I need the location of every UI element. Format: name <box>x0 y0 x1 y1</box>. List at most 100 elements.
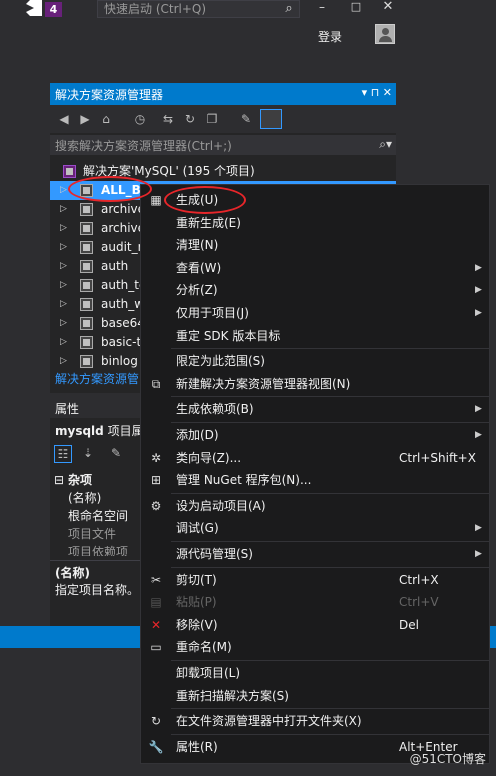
quick-launch-input[interactable]: 快速启动 (Ctrl+Q) <box>97 0 300 18</box>
project-label: auth_w <box>101 297 145 311</box>
panel-header-buttons[interactable]: ▾ ⊓ ✕ <box>362 86 392 99</box>
categorized-icon[interactable]: ☷ <box>54 445 72 463</box>
menu-item[interactable]: 重新生成(E) <box>141 212 491 234</box>
menu-item-label: 在文件资源管理器中打开文件夹(X) <box>176 714 362 729</box>
menu-item[interactable]: 清理(N) <box>141 234 491 256</box>
menu-item[interactable]: ↻ 在文件资源管理器中打开文件夹(X) <box>141 710 491 732</box>
submenu-arrow-icon: ▶ <box>475 308 482 318</box>
properties-object-name: mysqld <box>55 424 104 438</box>
menu-item-label: 粘贴(P) <box>176 595 217 610</box>
forward-icon[interactable]: ▶ <box>77 111 93 127</box>
menu-separator <box>171 348 489 350</box>
expand-icon[interactable]: ▷ <box>60 238 67 257</box>
login-link[interactable]: 登录 <box>318 28 342 45</box>
minimize-button[interactable]: – <box>312 0 332 18</box>
solution-search-input[interactable]: 搜索解决方案资源管理器(Ctrl+;) <box>50 135 396 155</box>
menu-item[interactable]: 调试(G) ▶ <box>141 517 491 539</box>
rename-icon: ▭ <box>150 640 162 655</box>
expand-icon[interactable]: ▷ <box>60 295 67 314</box>
menu-item-label: 限定为此范围(S) <box>176 354 265 369</box>
back-icon[interactable]: ◀ <box>56 111 72 127</box>
menu-item[interactable]: 仅用于项目(J) ▶ <box>141 302 491 324</box>
notification-badge[interactable]: 4 <box>45 2 62 17</box>
project-label: base64 <box>101 316 145 330</box>
expand-icon[interactable]: ▷ <box>60 352 67 371</box>
visual-studio-logo-icon <box>26 0 42 16</box>
watermark: @51CTO博客 <box>409 752 486 766</box>
project-icon <box>80 279 93 292</box>
menu-item-label: 生成依赖项(B) <box>176 402 254 417</box>
menu-item: ▤ 粘贴(P) Ctrl+V <box>141 591 491 613</box>
expand-icon[interactable]: ▷ <box>60 333 67 352</box>
menu-item-label: 调试(G) <box>176 521 219 536</box>
project-icon <box>80 241 93 254</box>
menu-item[interactable]: 查看(W) ▶ <box>141 257 491 279</box>
expand-icon[interactable]: ▷ <box>60 257 67 276</box>
project-icon <box>80 317 93 330</box>
menu-item[interactable]: ▭ 重命名(M) <box>141 636 491 658</box>
alphabetical-icon[interactable]: ⇣ <box>80 445 96 461</box>
highlight-ring <box>164 186 246 214</box>
search-icon[interactable]: ⌕ <box>280 1 298 17</box>
sync-icon[interactable]: ⇆ <box>160 111 176 127</box>
highlight-ring <box>68 176 152 202</box>
submenu-arrow-icon: ▶ <box>475 262 482 273</box>
menu-item[interactable]: ⚙ 设为启动项目(A) <box>141 495 491 517</box>
menu-item-label: 新建解决方案资源管理器视图(N) <box>176 376 351 391</box>
refresh-icon[interactable]: ↻ <box>182 111 198 127</box>
maximize-button[interactable]: □ <box>346 0 366 18</box>
menu-item-label: 清理(N) <box>176 238 219 253</box>
menu-item[interactable]: ⊞ 管理 NuGet 程序包(N)... <box>141 469 491 491</box>
history-icon[interactable]: ◷ <box>132 111 148 127</box>
menu-item-label: 设为启动项目(A) <box>176 498 266 513</box>
avatar[interactable] <box>375 24 395 44</box>
menu-item[interactable]: 添加(D) ▶ <box>141 424 491 446</box>
menu-item[interactable]: 限定为此范围(S) <box>141 350 491 372</box>
menu-item[interactable]: ✂ 剪切(T) Ctrl+X <box>141 569 491 591</box>
menu-item-label: 剪切(T) <box>176 572 217 587</box>
menu-item-label: 添加(D) <box>176 428 219 442</box>
preview-toggle-button[interactable] <box>260 109 282 129</box>
build-icon: ▦ <box>150 193 162 207</box>
menu-separator <box>171 566 489 568</box>
project-icon <box>80 355 93 368</box>
close-button[interactable]: ✕ <box>378 0 398 18</box>
project-icon <box>80 260 93 273</box>
menu-item-label: 重定 SDK 版本目标 <box>176 328 281 343</box>
project-icon <box>80 203 93 216</box>
menu-item-label: 移除(V) <box>176 617 218 632</box>
expand-icon[interactable]: ▷ <box>60 200 67 219</box>
property-pages-icon[interactable]: ✎ <box>108 445 124 461</box>
paste-icon: ▤ <box>150 595 162 610</box>
expand-icon[interactable]: ▷ <box>60 314 67 333</box>
remove-icon: ✕ <box>150 617 162 632</box>
menu-separator <box>171 396 489 398</box>
menu-item-shortcut: Ctrl+Shift+X <box>399 450 476 465</box>
expand-icon[interactable]: ▷ <box>60 181 67 200</box>
menu-item-label: 属性(R) <box>176 739 218 754</box>
menu-item[interactable]: ✕ 移除(V) Del <box>141 614 491 636</box>
expand-icon[interactable]: ▷ <box>60 219 67 238</box>
menu-separator <box>171 541 489 542</box>
menu-item[interactable]: 重定 SDK 版本目标 <box>141 325 491 347</box>
menu-item[interactable]: 源代码管理(S) ▶ <box>141 543 491 565</box>
menu-item[interactable]: 生成依赖项(B) ▶ <box>141 398 491 420</box>
menu-item-label: 查看(W) <box>176 260 222 275</box>
solution-explorer-title-text: 解决方案资源管理器 <box>55 88 164 102</box>
menu-item-label: 管理 NuGet 程序包(N)... <box>176 473 312 488</box>
menu-item-label: 重命名(M) <box>176 640 232 655</box>
solution-explorer-toolbar: ◀ ▶ ⌂ ◷ ⇆ ↻ ❐ ✎ <box>50 105 396 133</box>
wrench-icon[interactable]: ✎ <box>238 111 254 127</box>
copy-icon[interactable]: ❐ <box>204 111 220 127</box>
menu-item-label: 分析(Z) <box>176 283 218 298</box>
search-icon[interactable]: ⌕▾ <box>379 137 392 152</box>
collapse-icon[interactable]: ⊟ <box>54 472 64 489</box>
menu-item-label: 重新生成(E) <box>176 215 241 230</box>
home-icon[interactable]: ⌂ <box>98 111 114 127</box>
menu-item[interactable]: 卸载项目(L) <box>141 662 491 684</box>
menu-item[interactable]: ⧉ 新建解决方案资源管理器视图(N) <box>141 373 491 395</box>
menu-item[interactable]: ✲ 类向导(Z)... Ctrl+Shift+X <box>141 447 491 469</box>
menu-item[interactable]: 分析(Z) ▶ <box>141 279 491 301</box>
expand-icon[interactable]: ▷ <box>60 276 67 295</box>
menu-item[interactable]: 重新扫描解决方案(S) <box>141 685 491 707</box>
